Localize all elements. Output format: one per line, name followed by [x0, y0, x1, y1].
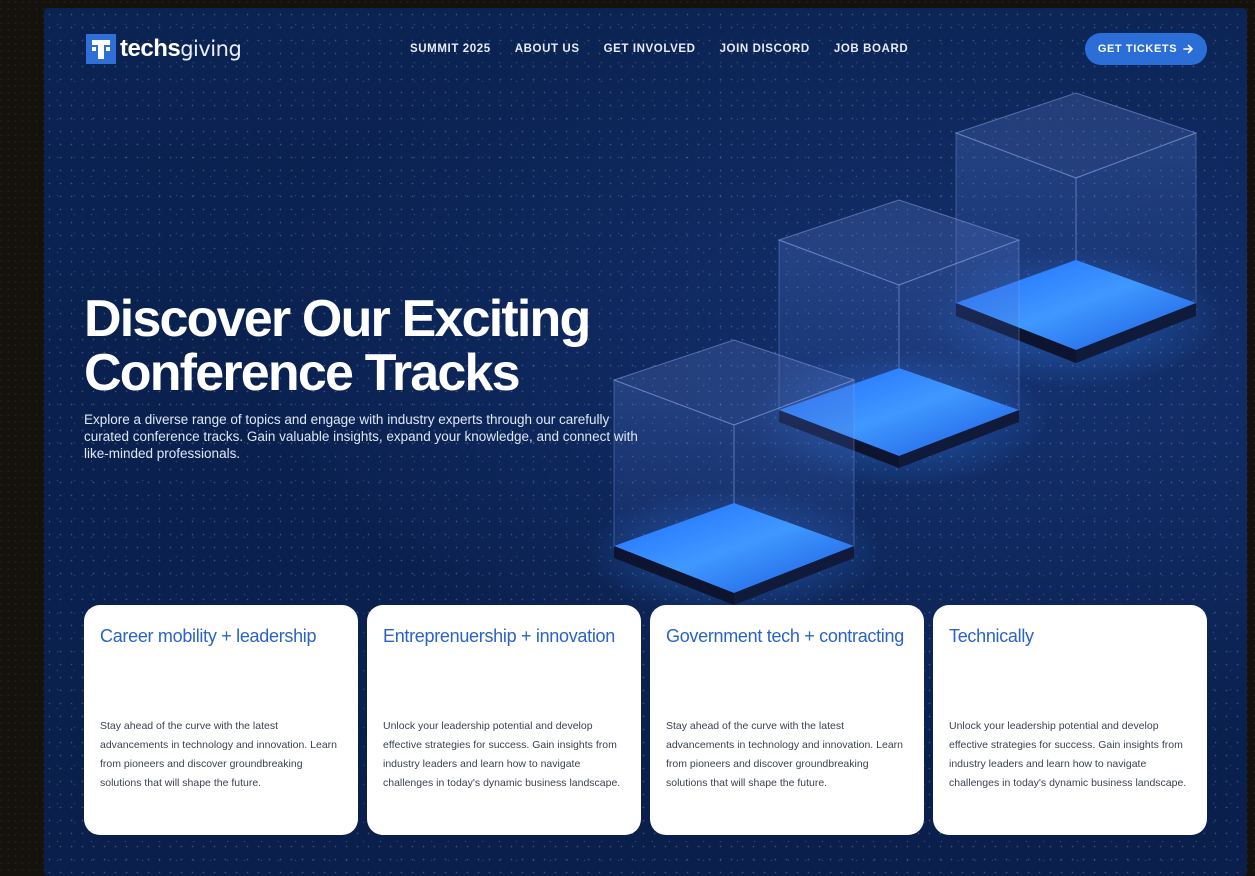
- website-viewport: techsgiving SUMMIT 2025 ABOUT US GET INV…: [44, 8, 1247, 876]
- main-nav: SUMMIT 2025 ABOUT US GET INVOLVED JOIN D…: [410, 43, 932, 55]
- site-logo[interactable]: techsgiving: [86, 34, 242, 64]
- track-card-government[interactable]: Government tech + contracting Stay ahead…: [650, 605, 924, 835]
- track-card-description: Unlock your leadership potential and dev…: [949, 720, 1187, 789]
- hero-title: Discover Our Exciting Conference Tracks: [84, 290, 591, 402]
- nav-link-join-discord[interactable]: JOIN DISCORD: [720, 43, 810, 55]
- track-card-description: Unlock your leadership potential and dev…: [383, 720, 621, 789]
- track-card-career[interactable]: Career mobility + leadership Stay ahead …: [84, 605, 358, 835]
- get-tickets-button[interactable]: GET TICKETS: [1085, 33, 1207, 65]
- nav-link-summit[interactable]: SUMMIT 2025: [410, 43, 491, 55]
- track-card-title: Government tech + contracting: [666, 626, 904, 646]
- track-card-description: Stay ahead of the curve with the latest …: [100, 720, 337, 789]
- track-card-title: Technically: [949, 626, 1034, 646]
- arrow-right-icon: [1183, 44, 1193, 54]
- nav-link-get-involved[interactable]: GET INVOLVED: [604, 43, 696, 55]
- track-card-description: Stay ahead of the curve with the latest …: [666, 720, 903, 789]
- nav-link-job-board[interactable]: JOB BOARD: [834, 43, 908, 55]
- track-cards: Career mobility + leadership Stay ahead …: [84, 605, 1207, 835]
- track-card-technically[interactable]: Technically Unlock your leadership poten…: [933, 605, 1207, 835]
- logo-mark-icon: [86, 34, 116, 64]
- track-card-title: Career mobility + leadership: [100, 626, 317, 646]
- hero-description: Explore a diverse range of topics and en…: [84, 412, 638, 461]
- logo-wordmark: techsgiving: [120, 35, 242, 62]
- page-frame: techsgiving SUMMIT 2025 ABOUT US GET INV…: [0, 0, 1255, 876]
- nav-link-about-us[interactable]: ABOUT US: [515, 43, 580, 55]
- track-card-entrepreneurship[interactable]: Entreprenuership + innovation Unlock you…: [367, 605, 641, 835]
- track-card-title: Entreprenuership + innovation: [383, 626, 615, 646]
- get-tickets-label: GET TICKETS: [1097, 43, 1178, 55]
